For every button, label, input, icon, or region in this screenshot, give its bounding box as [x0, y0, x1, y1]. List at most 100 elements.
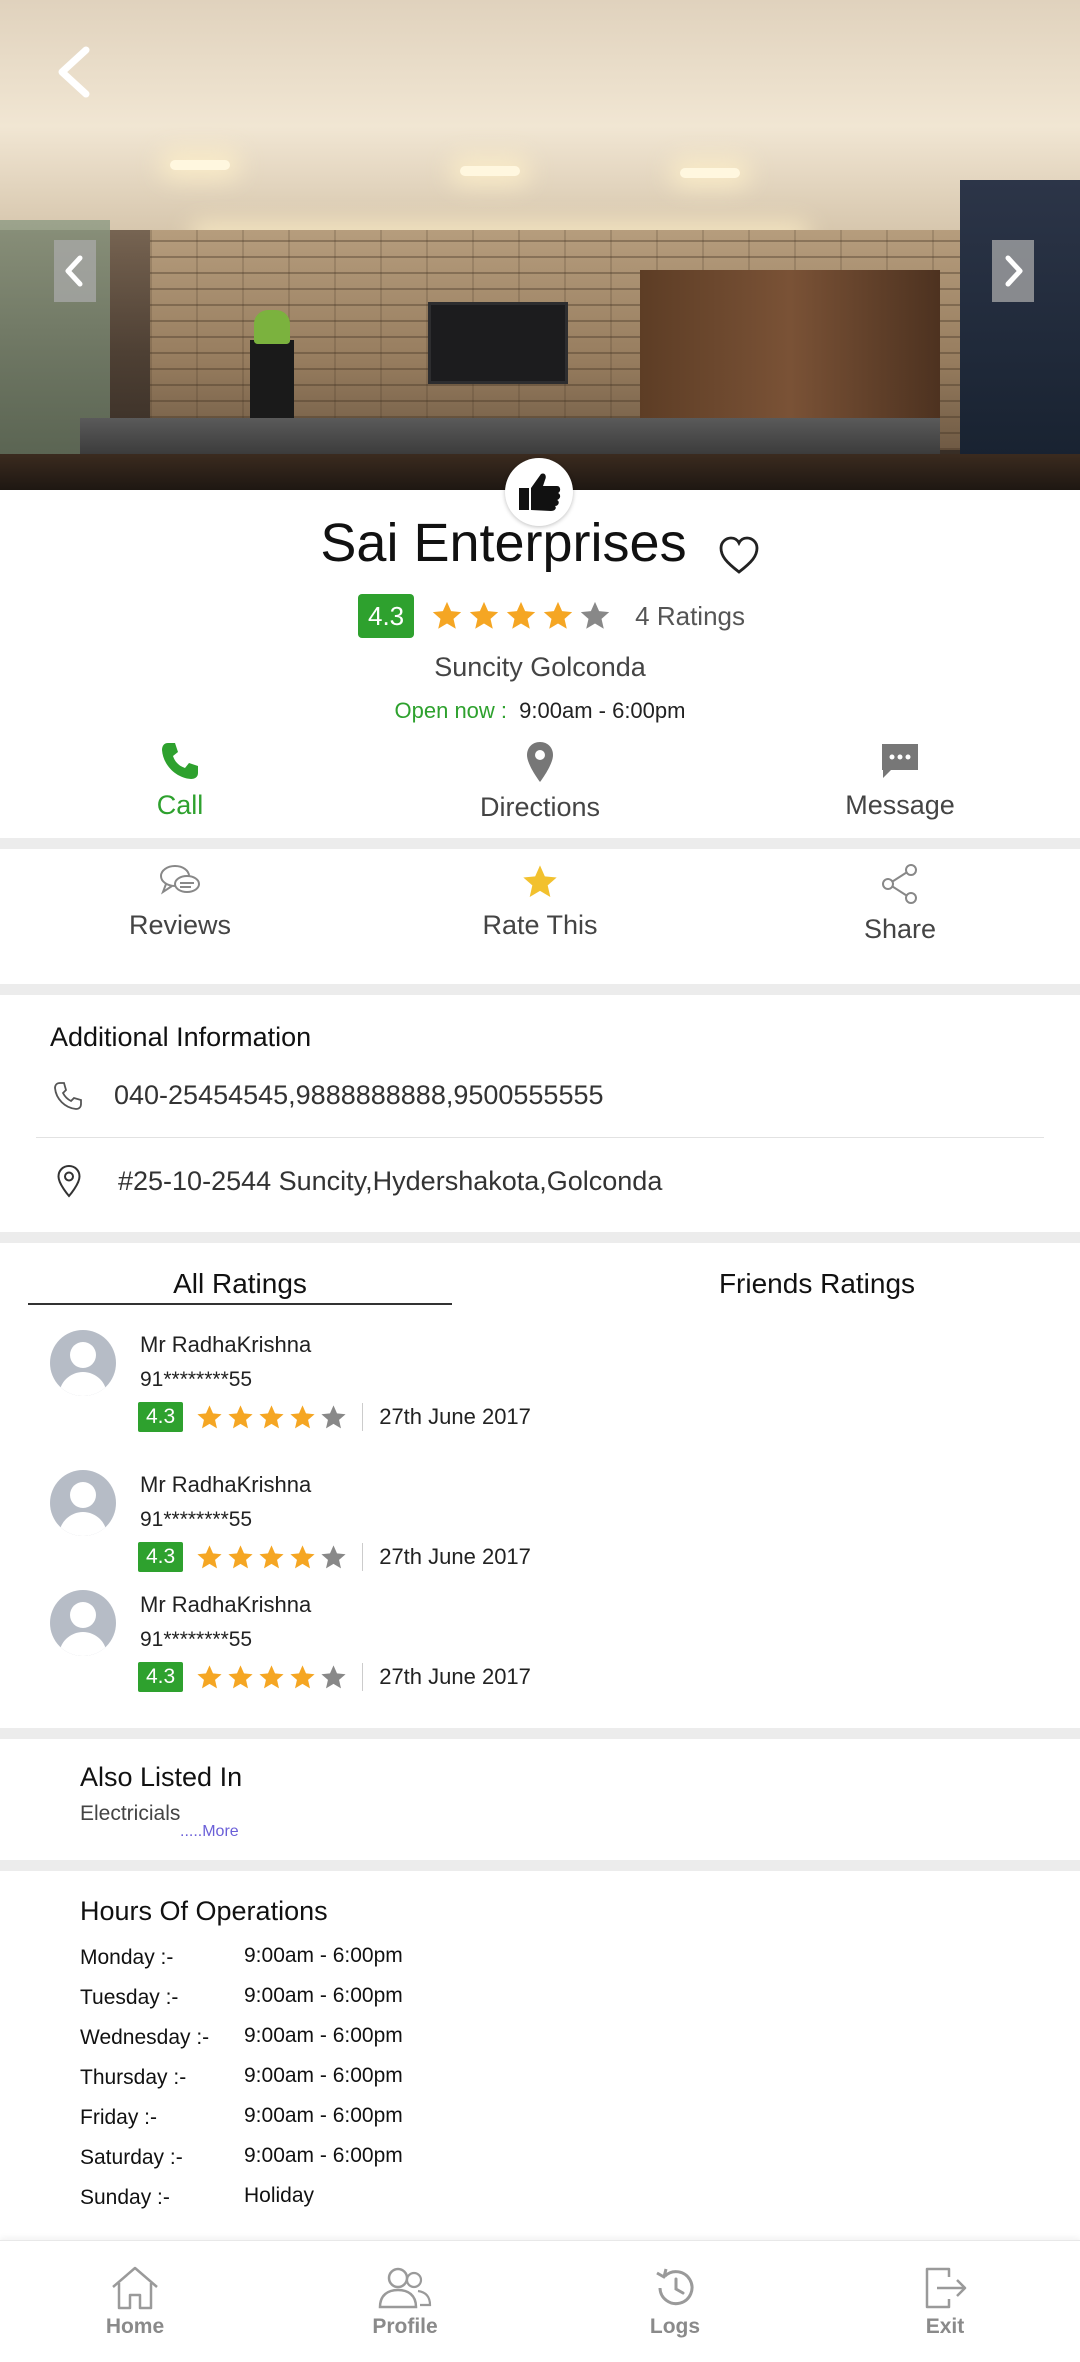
reviewer-name: Mr RadhaKrishna	[140, 1592, 312, 1617]
directions-button[interactable]: Directions	[360, 740, 720, 836]
more-link[interactable]: .....More	[180, 1823, 239, 1841]
open-now-label: Open now :	[394, 698, 508, 723]
star-filled-icon	[197, 1664, 222, 1688]
thumbs-up-icon	[519, 473, 561, 511]
hours-day: Sunday :-	[80, 2186, 170, 2209]
hours-time: 9:00am - 6:00pm	[244, 2064, 403, 2087]
star-filled-icon	[543, 601, 573, 629]
home-icon	[112, 2266, 158, 2310]
address[interactable]: #25-10-2544 Suncity,Hydershakota,Golcond…	[118, 1166, 662, 1197]
phone-icon	[162, 743, 198, 779]
star-filled-icon	[290, 1664, 315, 1688]
review-stars	[195, 1663, 350, 1692]
history-icon	[656, 2268, 694, 2306]
star-filled-icon	[432, 601, 462, 629]
hours-title: Hours Of Operations	[80, 1896, 328, 1926]
tab-friends-ratings[interactable]: Friends Ratings	[640, 1268, 994, 1300]
star-filled-icon	[290, 1404, 315, 1428]
prev-image-button[interactable]	[54, 240, 96, 302]
nav-exit[interactable]: Exit	[810, 2241, 1080, 2362]
review-date: 27th June 2017	[379, 1404, 531, 1429]
hero-window	[960, 180, 1080, 490]
open-status: Open now : 9:00am - 6:00pm	[0, 698, 1080, 724]
rating-stars	[430, 599, 615, 633]
additional-info-title: Additional Information	[50, 1022, 312, 1052]
next-image-button[interactable]	[992, 240, 1034, 302]
share-button[interactable]: Share	[720, 862, 1080, 972]
reviewer-phone: 91********55	[140, 1628, 253, 1651]
message-label: Message	[845, 790, 955, 820]
call-button[interactable]: Call	[0, 740, 360, 836]
section-divider	[0, 1728, 1080, 1739]
nav-home-label: Home	[105, 2315, 165, 2338]
section-divider	[0, 1232, 1080, 1243]
nav-profile-label: Profile	[372, 2315, 438, 2338]
hours-day: Thursday :-	[80, 2066, 187, 2089]
hero-plant	[250, 310, 294, 425]
location-outline-icon	[57, 1164, 81, 1198]
section-divider	[0, 838, 1080, 849]
business-name-row: Sai Enterprises	[0, 512, 1080, 574]
star-filled-icon	[506, 601, 536, 629]
star-empty-icon	[580, 601, 610, 629]
nav-home[interactable]: Home	[0, 2241, 270, 2362]
star-filled-icon	[228, 1404, 253, 1428]
star-filled-icon	[290, 1544, 315, 1568]
message-icon	[882, 744, 918, 778]
rating-summary: 4.3 4 Ratings	[358, 594, 745, 638]
nav-logs-label: Logs	[649, 2315, 701, 2338]
hero-ceiling	[0, 0, 1080, 230]
back-button[interactable]	[50, 44, 100, 100]
review-stars	[195, 1543, 350, 1572]
info-separator	[36, 1137, 1044, 1138]
back-arrow-icon	[58, 46, 90, 98]
ratings-count[interactable]: 4 Ratings	[635, 601, 745, 632]
also-listed-title: Also Listed In	[80, 1762, 243, 1792]
favorite-button[interactable]	[718, 527, 760, 574]
phone-outline-icon	[54, 1082, 82, 1110]
hours-time: 9:00am - 6:00pm	[244, 2024, 403, 2047]
nav-exit-label: Exit	[925, 2315, 965, 2338]
star-empty-icon	[321, 1664, 346, 1688]
open-hours: 9:00am - 6:00pm	[519, 698, 686, 723]
reviews-label: Reviews	[128, 910, 232, 940]
directions-label: Directions	[479, 792, 601, 822]
reviewer-phone: 91********55	[140, 1508, 253, 1531]
active-tab-indicator	[28, 1303, 452, 1305]
chevron-left-icon	[65, 255, 83, 287]
share-icon	[882, 864, 917, 904]
rate-this-button[interactable]: Rate This	[360, 862, 720, 972]
listed-category[interactable]: Electricials	[80, 1802, 180, 1826]
call-label: Call	[156, 790, 204, 820]
share-label: Share	[863, 914, 937, 944]
review-separator	[362, 1543, 364, 1571]
tab-all-ratings[interactable]: All Ratings	[28, 1268, 452, 1300]
secondary-actions: Reviews Rate This Share	[0, 862, 1080, 972]
review-rating-badge: 4.3	[138, 1542, 184, 1572]
phone-numbers[interactable]: 040-25454545,9888888888,9500555555	[114, 1080, 604, 1111]
star-filled-icon	[228, 1544, 253, 1568]
hours-day: Saturday :-	[80, 2146, 183, 2169]
hours-day: Tuesday :-	[80, 1986, 179, 2009]
message-button[interactable]: Message	[720, 740, 1080, 836]
rating-badge: 4.3	[358, 594, 415, 638]
reviews-button[interactable]: Reviews	[0, 862, 360, 972]
nav-logs[interactable]: Logs	[540, 2241, 810, 2362]
review-stars	[195, 1403, 350, 1432]
reviewer-name: Mr RadhaKrishna	[140, 1472, 312, 1497]
star-icon	[523, 865, 557, 897]
review-rating-badge: 4.3	[138, 1662, 184, 1692]
bottom-navigation: Home Profile Logs Exit	[0, 2240, 1080, 2362]
star-empty-icon	[321, 1404, 346, 1428]
review-date: 27th June 2017	[379, 1544, 531, 1569]
review-rating-row: 4.3 27th June 2017	[138, 1542, 531, 1572]
nav-profile[interactable]: Profile	[270, 2241, 540, 2362]
hours-time: 9:00am - 6:00pm	[244, 1984, 403, 2007]
avatar	[50, 1590, 116, 1656]
review-rating-badge: 4.3	[138, 1402, 184, 1432]
avatar	[50, 1470, 116, 1536]
hero-tv	[428, 302, 568, 384]
star-filled-icon	[259, 1404, 284, 1428]
rate-this-label: Rate This	[482, 910, 598, 940]
business-name: Sai Enterprises	[320, 513, 687, 573]
